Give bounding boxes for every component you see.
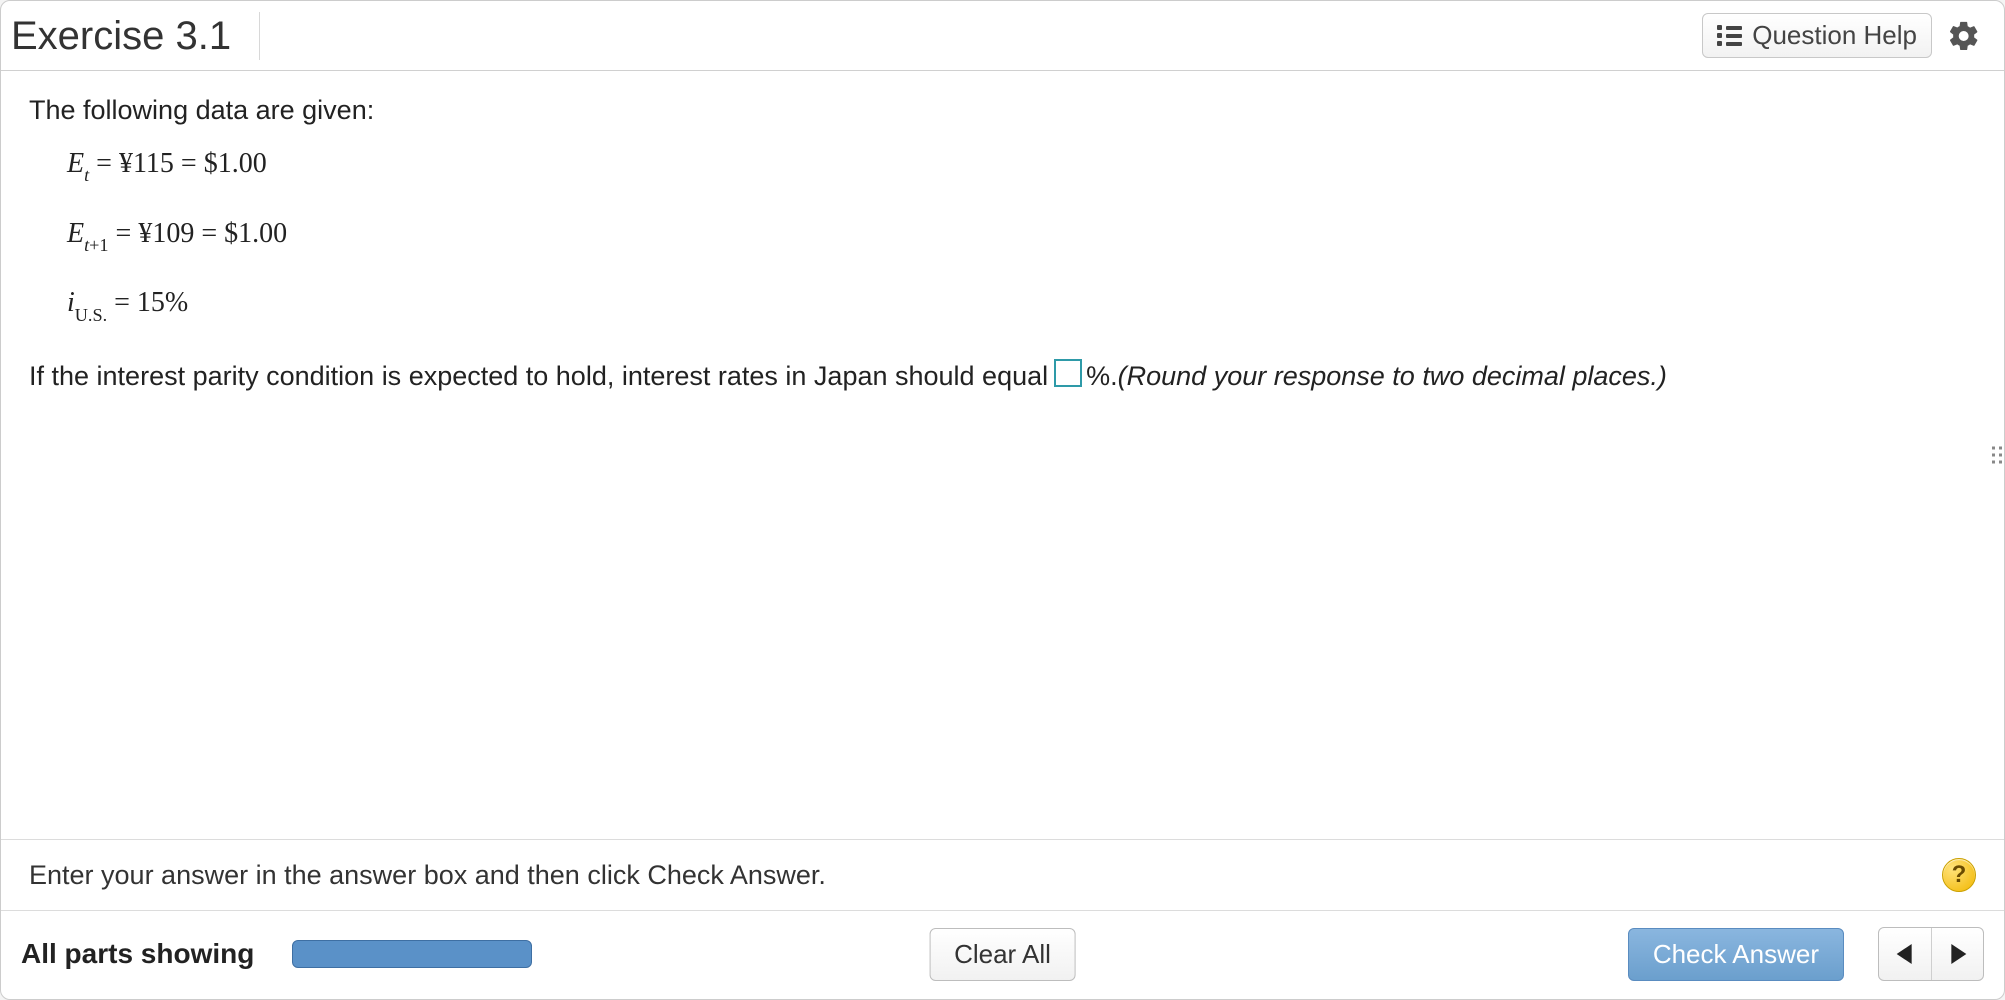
- exercise-title: Exercise 3.1: [11, 12, 260, 60]
- help-button[interactable]: ?: [1942, 858, 1976, 892]
- resize-handle[interactable]: [1992, 447, 2004, 464]
- header-actions: Question Help: [1702, 13, 1986, 58]
- header-bar: Exercise 3.1 Question Help: [1, 1, 2004, 71]
- triangle-left-icon: [1896, 944, 1914, 964]
- gear-icon: [1947, 19, 1981, 53]
- question-help-label: Question Help: [1752, 20, 1917, 51]
- question-content: The following data are given: Et = ¥115 …: [1, 71, 2004, 839]
- title-wrap: Exercise 3.1: [11, 9, 260, 62]
- question-unit: %.: [1086, 361, 1118, 392]
- prev-button[interactable]: [1879, 928, 1931, 980]
- et-value: = ¥115 = $1.00: [89, 148, 267, 179]
- progress-bar: [292, 940, 532, 968]
- given-data: Et = ¥115 = $1.00 Et+1 = ¥109 = $1.00 iU…: [29, 148, 1976, 323]
- next-button[interactable]: [1931, 928, 1983, 980]
- instruction-row: Enter your answer in the answer box and …: [1, 839, 2004, 910]
- ius-value: = 15%: [107, 287, 188, 318]
- footer-bar: All parts showing Clear All Check Answer: [1, 910, 2004, 999]
- question-prefix: If the interest parity condition is expe…: [29, 361, 1048, 392]
- question-prompt: If the interest parity condition is expe…: [29, 357, 1976, 392]
- nav-group: [1878, 927, 1984, 981]
- triangle-right-icon: [1949, 944, 1967, 964]
- clear-all-button[interactable]: Clear All: [929, 928, 1076, 981]
- parts-status: All parts showing: [21, 938, 254, 970]
- data-et1: Et+1 = ¥109 = $1.00: [67, 218, 1976, 254]
- exercise-frame: Exercise 3.1 Question Help The following…: [0, 0, 2005, 1000]
- settings-button[interactable]: [1942, 14, 1986, 58]
- data-ius: iU.S. = 15%: [67, 287, 1976, 323]
- question-help-button[interactable]: Question Help: [1702, 13, 1932, 58]
- center-controls: Clear All: [929, 928, 1076, 981]
- et1-value: = ¥109 = $1.00: [109, 218, 288, 249]
- instruction-text: Enter your answer in the answer box and …: [29, 860, 826, 891]
- rounding-hint: (Round your response to two decimal plac…: [1118, 361, 1667, 392]
- answer-input[interactable]: [1054, 359, 1082, 387]
- check-answer-button[interactable]: Check Answer: [1628, 928, 1844, 981]
- list-icon: [1717, 25, 1742, 46]
- data-et: Et = ¥115 = $1.00: [67, 148, 1976, 184]
- intro-text: The following data are given:: [29, 95, 1976, 126]
